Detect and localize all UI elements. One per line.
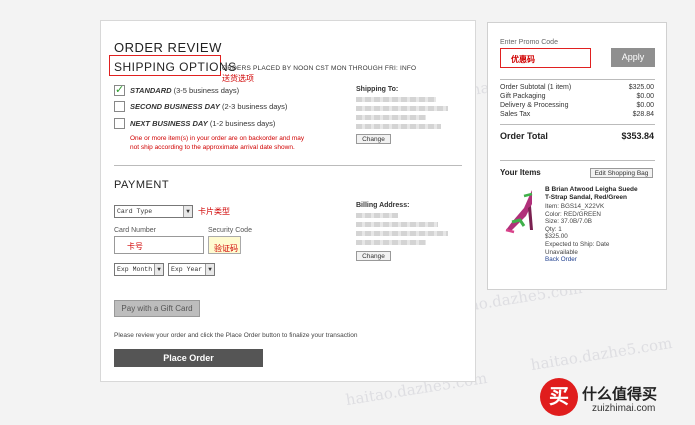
shipping-to-label: Shipping To: — [356, 86, 399, 93]
security-code-annotation: 验证码 — [214, 244, 238, 253]
shipping-option-next-day[interactable]: NEXT BUSINESS DAY (1-2 business days) — [130, 119, 275, 128]
shipping-option-standard[interactable]: STANDARD (3-5 business days) — [130, 86, 239, 95]
product-size: Size: 37.0B/7.0B — [545, 218, 592, 226]
product-color: Color: RED/GREEN — [545, 210, 601, 218]
promo-code-label: Enter Promo Code — [500, 39, 558, 46]
product-image-sandal[interactable] — [502, 186, 540, 236]
sales-tax-label: Sales Tax — [500, 111, 531, 118]
option-name: NEXT BUSINESS DAY — [130, 119, 208, 128]
brand-logo: 买 — [540, 378, 578, 416]
card-type-select[interactable]: Card Type ▼ — [114, 205, 193, 218]
billing-address-redacted — [356, 222, 438, 227]
gift-packaging-value: $0.00 — [636, 93, 654, 100]
order-total-label: Order Total — [500, 131, 548, 141]
shipping-cutoff-note: ORDERS PLACED BY NOON CST MON THROUGH FR… — [222, 65, 417, 72]
product-item-number: Item: BGS14_X22VK — [545, 203, 605, 210]
exp-year-value: Exp Year — [171, 266, 203, 273]
security-code-input[interactable]: 验证码 — [208, 236, 241, 254]
change-shipping-button[interactable]: Change — [356, 134, 391, 144]
exp-month-select[interactable]: Exp Month ▼ — [114, 263, 164, 276]
gift-packaging-label: Gift Packaging — [500, 93, 546, 100]
card-number-label: Card Number — [114, 227, 157, 234]
gift-card-button[interactable]: Pay with a Gift Card — [114, 300, 200, 317]
payment-title: PAYMENT — [114, 179, 170, 191]
product-qty: Qty: 1 — [545, 225, 562, 233]
card-type-annotation: 卡片类型 — [198, 207, 230, 216]
divider — [500, 79, 655, 80]
exp-month-value: Exp Month — [117, 266, 153, 273]
delivery-value: $0.00 — [636, 102, 654, 109]
product-name-line2: T-Strap Sandal, Red/Green — [545, 194, 627, 201]
security-code-label: Security Code — [208, 227, 252, 234]
billing-address-label: Billing Address: — [356, 202, 410, 209]
finalize-note: Please review your order and click the P… — [114, 332, 358, 339]
shipping-options-annotation: 送货选项 — [222, 74, 254, 83]
subtotal-value: $325.00 — [628, 84, 654, 91]
product-price: $325.00 — [545, 233, 568, 241]
card-number-annotation: 卡号 — [127, 242, 143, 251]
product-expected-ship: Expected to Ship: Date — [545, 240, 610, 248]
divider — [114, 165, 462, 166]
change-billing-button[interactable]: Change — [356, 251, 391, 261]
your-items-label: Your Items — [500, 168, 541, 177]
option-name: SECOND BUSINESS DAY — [130, 102, 220, 111]
divider — [500, 160, 655, 161]
brand-url: zuizhimai.com — [592, 403, 656, 414]
product-status: Back Order — [545, 256, 577, 264]
shipping-option-second-day[interactable]: SECOND BUSINESS DAY (2-3 business days) — [130, 102, 287, 111]
chevron-down-icon: ▼ — [183, 206, 192, 217]
option-detail: (1-2 business days) — [209, 119, 276, 128]
brand-name: 什么值得买 — [582, 386, 658, 403]
promo-code-input[interactable]: 优惠码 — [500, 48, 591, 68]
exp-year-select[interactable]: Exp Year ▼ — [168, 263, 215, 276]
card-number-input[interactable]: 卡号 — [114, 236, 204, 254]
product-name-line1: B Brian Atwood Leigha Suede — [545, 186, 638, 193]
sales-tax-value: $28.84 — [632, 111, 654, 118]
backorder-warning-line2: not ship according to the approximate ar… — [130, 144, 295, 151]
brand-logo-char: 买 — [549, 386, 569, 408]
shipping-address-redacted — [356, 124, 441, 129]
chevron-down-icon: ▼ — [154, 264, 163, 275]
shipping-address-redacted — [356, 97, 436, 102]
second-day-shipping-checkbox[interactable] — [114, 101, 125, 112]
billing-address-redacted — [356, 231, 448, 236]
shipping-address-redacted — [356, 115, 426, 120]
product-expected-ship-2: Unavailable — [545, 248, 578, 256]
divider — [500, 124, 655, 125]
watermark: haitao.dazhe5.com — [529, 333, 674, 375]
shipping-address-redacted — [356, 106, 448, 111]
option-name: STANDARD — [130, 86, 172, 95]
chevron-down-icon: ▼ — [205, 264, 214, 275]
option-detail: (2-3 business days) — [221, 102, 288, 111]
billing-address-redacted — [356, 240, 426, 245]
order-total-value: $353.84 — [621, 131, 654, 141]
billing-address-redacted — [356, 213, 398, 218]
place-order-button[interactable]: Place Order — [114, 349, 263, 367]
order-review-title: ORDER REVIEW — [114, 40, 222, 55]
subtotal-label: Order Subtotal (1 item) — [500, 84, 572, 91]
backorder-warning-line1: One or more item(s) in your order are on… — [130, 135, 305, 142]
product-details: Item: BGS14_X22VK Color: RED/GREEN Size:… — [545, 203, 609, 264]
next-day-shipping-checkbox[interactable] — [114, 118, 125, 129]
card-type-value: Card Type — [117, 208, 153, 215]
promo-code-value: 优惠码 — [511, 55, 535, 64]
standard-shipping-checkbox[interactable]: ✓ — [114, 84, 125, 96]
edit-shopping-bag-button[interactable]: Edit Shopping Bag — [590, 168, 653, 178]
product-name[interactable]: B Brian Atwood Leigha Suede T-Strap Sand… — [545, 186, 638, 202]
checkmark-icon: ✓ — [115, 84, 125, 96]
shipping-options-title: SHIPPING OPTIONS — [114, 60, 237, 74]
option-detail: (3-5 business days) — [173, 86, 240, 95]
apply-promo-button[interactable]: Apply — [611, 48, 655, 67]
delivery-label: Delivery & Processing — [500, 102, 569, 109]
